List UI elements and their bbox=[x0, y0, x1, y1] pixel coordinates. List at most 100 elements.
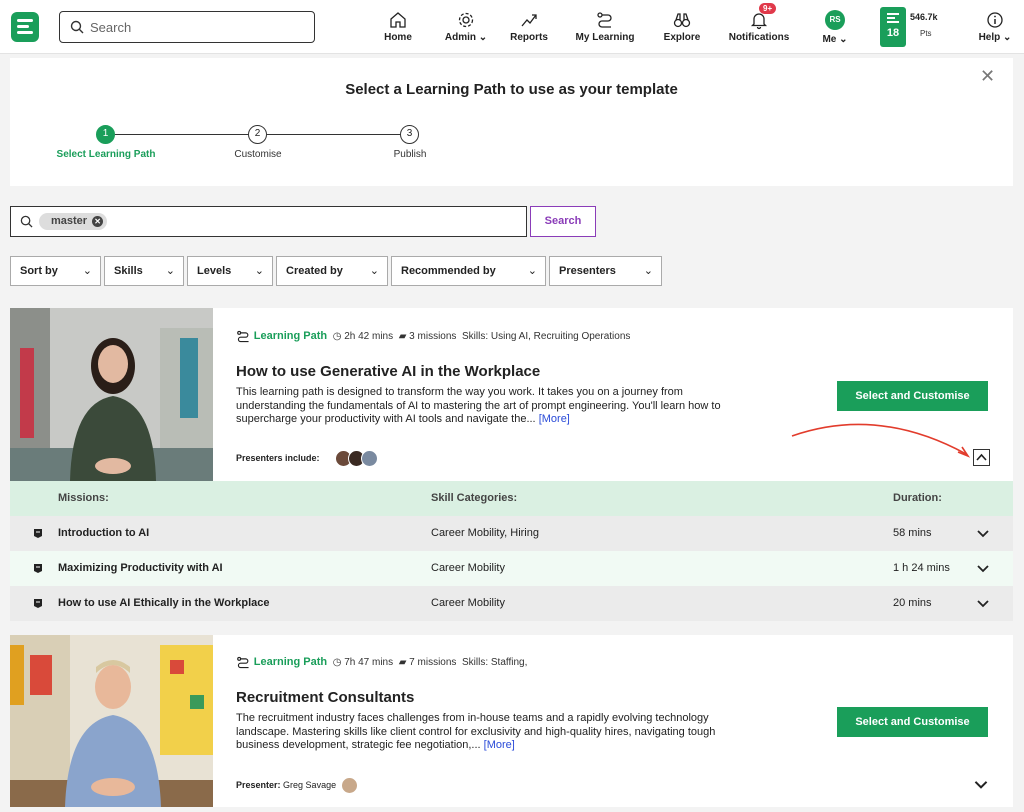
search-button[interactable]: Search bbox=[530, 206, 596, 237]
missions-table: Missions: Skill Categories: Duration: In… bbox=[10, 481, 1013, 621]
nav-my-learning[interactable]: My Learning bbox=[574, 10, 636, 46]
presenter-avatar[interactable] bbox=[341, 777, 359, 794]
table-row[interactable]: Introduction to AI Career Mobility, Hiri… bbox=[10, 516, 1013, 551]
nav-explore[interactable]: Explore bbox=[661, 10, 703, 46]
template-search-field[interactable]: master ✕ bbox=[10, 206, 527, 237]
filter-presenters[interactable]: Presenters ⌄ bbox=[549, 256, 662, 286]
card-title[interactable]: Recruitment Consultants bbox=[236, 689, 414, 706]
mission-duration: 1 h 24 mins bbox=[893, 562, 950, 574]
panel-title: Select a Learning Path to use as your te… bbox=[345, 81, 678, 98]
nav-me-label: Me bbox=[822, 34, 837, 45]
step-connector bbox=[115, 134, 257, 135]
avatar: RS bbox=[825, 10, 845, 30]
mission-title: Maximizing Productivity with AI bbox=[58, 562, 223, 574]
learning-path-card: Learning Path ◷ 7h 47 mins ▰ 7 missions … bbox=[10, 635, 1013, 807]
presenter-avatar[interactable] bbox=[360, 450, 378, 467]
points-value: 546.7k bbox=[910, 12, 938, 22]
mission-title: How to use AI Ethically in the Workplace bbox=[58, 597, 270, 609]
nav-reports-label: Reports bbox=[510, 32, 548, 43]
card-description-text: This learning path is designed to transf… bbox=[236, 386, 721, 425]
streak-count: 18 bbox=[886, 27, 900, 39]
nav-notifications-label: Notifications bbox=[728, 32, 790, 43]
step-1-circle: 1 bbox=[96, 125, 115, 144]
close-icon[interactable]: ✕ bbox=[980, 67, 996, 85]
presenter-name[interactable]: Greg Savage bbox=[283, 780, 336, 790]
filter-recommended-by[interactable]: Recommended by ⌄ bbox=[391, 256, 546, 286]
missions-header: Missions: bbox=[58, 492, 109, 504]
mission-icon: ▰ bbox=[398, 657, 407, 669]
nav-home[interactable]: Home bbox=[380, 10, 416, 46]
card-missions: 3 missions bbox=[409, 331, 457, 343]
filter-label: Recommended by bbox=[401, 265, 496, 277]
card-title[interactable]: How to use Generative AI in the Workplac… bbox=[236, 363, 540, 380]
chevron-down-icon[interactable] bbox=[971, 774, 991, 794]
card-type: Learning Path bbox=[253, 656, 328, 669]
presenters-row: Presenter: Greg Savage bbox=[236, 777, 359, 794]
mission-skills: Career Mobility bbox=[431, 562, 505, 574]
card-description: The recruitment industry faces challenge… bbox=[236, 712, 736, 753]
nav-notifications[interactable]: 9+ Notifications bbox=[728, 3, 790, 46]
search-icon bbox=[20, 215, 33, 228]
chevron-down-icon: ⌄ bbox=[82, 265, 92, 277]
mission-duration: 58 mins bbox=[893, 527, 932, 539]
home-icon bbox=[390, 12, 406, 28]
more-link[interactable]: [More] bbox=[539, 413, 570, 425]
trend-icon bbox=[521, 14, 537, 27]
card-thumbnail[interactable] bbox=[10, 308, 213, 481]
chevron-down-icon: ⌄ bbox=[839, 34, 848, 45]
filter-sort-by[interactable]: Sort by ⌄ bbox=[10, 256, 101, 286]
step-3-circle: 3 bbox=[400, 125, 419, 144]
step-3-label: Publish bbox=[393, 149, 427, 160]
search-input[interactable] bbox=[90, 16, 300, 38]
mission-icon bbox=[34, 599, 42, 608]
card-thumbnail[interactable] bbox=[10, 635, 213, 807]
nav-admin[interactable]: Admin ⌄ bbox=[441, 10, 491, 46]
nav-my-learning-label: My Learning bbox=[575, 32, 635, 43]
card-skills: Skills: Using AI, Recruiting Operations bbox=[461, 331, 631, 343]
select-and-customise-button[interactable]: Select and Customise bbox=[837, 381, 988, 411]
search-icon bbox=[70, 20, 84, 34]
mission-icon bbox=[34, 564, 42, 573]
annotation-arrow bbox=[791, 423, 971, 458]
points-widget[interactable]: 18 546.7k Pts bbox=[880, 7, 952, 47]
streak-box: 18 bbox=[880, 7, 906, 47]
nav-me[interactable]: RS Me ⌄ bbox=[818, 10, 852, 46]
mission-skills: Career Mobility bbox=[431, 597, 505, 609]
more-link[interactable]: [More] bbox=[484, 739, 515, 751]
chevron-down-icon[interactable] bbox=[974, 594, 992, 612]
chevron-down-icon[interactable] bbox=[974, 524, 992, 542]
chevron-down-icon: ⌄ bbox=[643, 265, 653, 277]
chevron-down-icon: ⌄ bbox=[478, 32, 488, 43]
clock-icon: ◷ bbox=[332, 657, 342, 669]
nav-reports[interactable]: Reports bbox=[507, 10, 551, 46]
global-search[interactable] bbox=[59, 11, 315, 43]
remove-chip-icon[interactable]: ✕ bbox=[92, 216, 104, 227]
step-2-label: Customise bbox=[234, 149, 282, 160]
step-1-label: Select Learning Path bbox=[56, 149, 156, 160]
chevron-down-icon[interactable] bbox=[974, 559, 992, 577]
select-and-customise-button[interactable]: Select and Customise bbox=[837, 707, 988, 737]
nav-admin-label: Admin bbox=[444, 32, 476, 43]
mission-title: Introduction to AI bbox=[58, 527, 150, 539]
nav-help[interactable]: Help ⌄ bbox=[976, 10, 1014, 46]
table-row[interactable]: How to use AI Ethically in the Workplace… bbox=[10, 586, 1013, 621]
filter-created-by[interactable]: Created by ⌄ bbox=[276, 256, 388, 286]
clock-icon: ◷ bbox=[332, 331, 342, 343]
path-icon bbox=[597, 12, 612, 28]
notification-badge: 9+ bbox=[759, 3, 777, 14]
card-type: Learning Path bbox=[253, 330, 328, 343]
search-chip-label: master bbox=[51, 215, 88, 227]
search-chip: master ✕ bbox=[39, 213, 108, 230]
filter-skills[interactable]: Skills ⌄ bbox=[104, 256, 184, 286]
nav-explore-label: Explore bbox=[663, 32, 701, 43]
chevron-down-icon: ⌄ bbox=[165, 265, 175, 277]
missions-table-header: Missions: Skill Categories: Duration: bbox=[10, 481, 1013, 516]
filter-label: Created by bbox=[286, 265, 343, 277]
table-row[interactable]: Maximizing Productivity with AI Career M… bbox=[10, 551, 1013, 586]
logo[interactable] bbox=[11, 12, 39, 42]
card-meta: Learning Path ◷ 2h 42 mins ▰ 3 missions … bbox=[236, 330, 630, 343]
filter-levels[interactable]: Levels ⌄ bbox=[187, 256, 273, 286]
path-icon bbox=[237, 330, 249, 343]
card-meta: Learning Path ◷ 7h 47 mins ▰ 7 missions … bbox=[236, 656, 527, 669]
nav-help-label: Help bbox=[978, 32, 1001, 43]
